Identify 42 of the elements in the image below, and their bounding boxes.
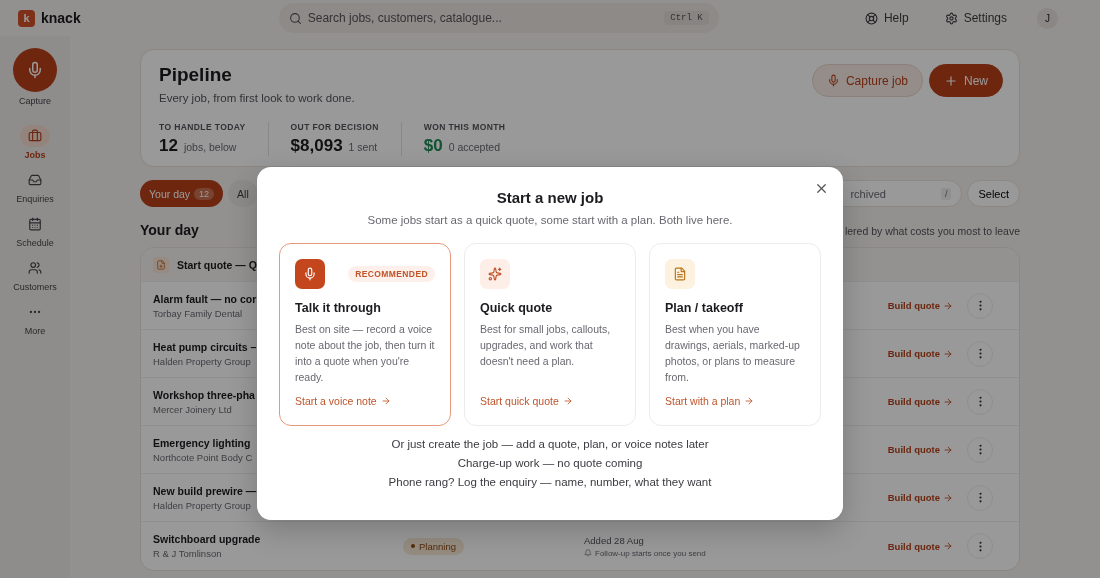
stat-label: TO HANDLE TODAY bbox=[159, 122, 246, 132]
follow-up-note: Follow-up starts once you send bbox=[595, 548, 706, 558]
stat-value: $0 bbox=[423, 136, 443, 156]
stat-value: 12 bbox=[159, 136, 178, 156]
job-title: Switchboard upgrade bbox=[153, 533, 261, 545]
customer-name: Halden Property Group bbox=[153, 355, 251, 367]
section-title: Your day bbox=[140, 222, 199, 238]
job-title: Heat pump circuits – bbox=[153, 340, 257, 353]
job-title: Alarm fault — no cor bbox=[153, 292, 257, 305]
option-description: Best on site — record a voice note about the job, then turn it into a quote when you're ready. bbox=[295, 322, 435, 385]
shortcut-key: Ctrl K bbox=[664, 11, 709, 25]
customer-name: Torbay Family Dental bbox=[153, 307, 243, 319]
customer-name: R & J Tomlinson bbox=[153, 548, 222, 559]
option-title: Quick quote bbox=[480, 301, 554, 315]
page-subtitle: Every job, from first look to work done. bbox=[159, 92, 356, 104]
customer-name: Northcote Point Body C bbox=[153, 451, 253, 463]
stat-label: OUT FOR DECISION bbox=[290, 122, 379, 132]
stat-note: 0 accepted bbox=[448, 141, 500, 153]
customer-name: Halden Property Group bbox=[153, 499, 251, 511]
stat-value: $8,093 bbox=[290, 136, 343, 156]
job-title: Emergency lighting bbox=[153, 436, 251, 449]
group-title: Start quote — Q bbox=[177, 258, 257, 271]
page-title: Pipeline bbox=[159, 64, 233, 86]
dialog-subtitle: Some jobs start as a quick quote, some start with a plan. Both live here. bbox=[367, 214, 733, 226]
option-title: Plan / takeoff bbox=[665, 301, 744, 315]
recommended-badge: RECOMMENDED bbox=[348, 266, 435, 282]
stat-note: 1 sent bbox=[348, 141, 378, 153]
section-note: lered by what costs you most to leave bbox=[844, 225, 1020, 237]
status-badge: Planning bbox=[403, 537, 464, 555]
option-description: Best for small jobs, callouts, upgrades, and work that doesn't need a plan. bbox=[480, 322, 612, 369]
option-title: Talk it through bbox=[295, 301, 382, 315]
logo-mark: k bbox=[18, 9, 35, 27]
brand-name: knack bbox=[41, 10, 81, 26]
dialog-title: Start a new job bbox=[496, 189, 604, 206]
added-date: Added 28 Aug bbox=[584, 534, 645, 546]
customer-name: Mercer Joinery Ltd bbox=[153, 403, 232, 415]
job-title: Workshop three-pha bbox=[153, 388, 255, 401]
shortcut-key: / bbox=[940, 187, 952, 200]
option-description: Best when you have drawings, aerials, marked-up photos, or plans to measure from. bbox=[665, 322, 801, 385]
stat-note: jobs, below bbox=[183, 141, 237, 153]
job-title: New build prewire — bbox=[153, 484, 257, 497]
stat-label: WON THIS MONTH bbox=[423, 122, 506, 132]
